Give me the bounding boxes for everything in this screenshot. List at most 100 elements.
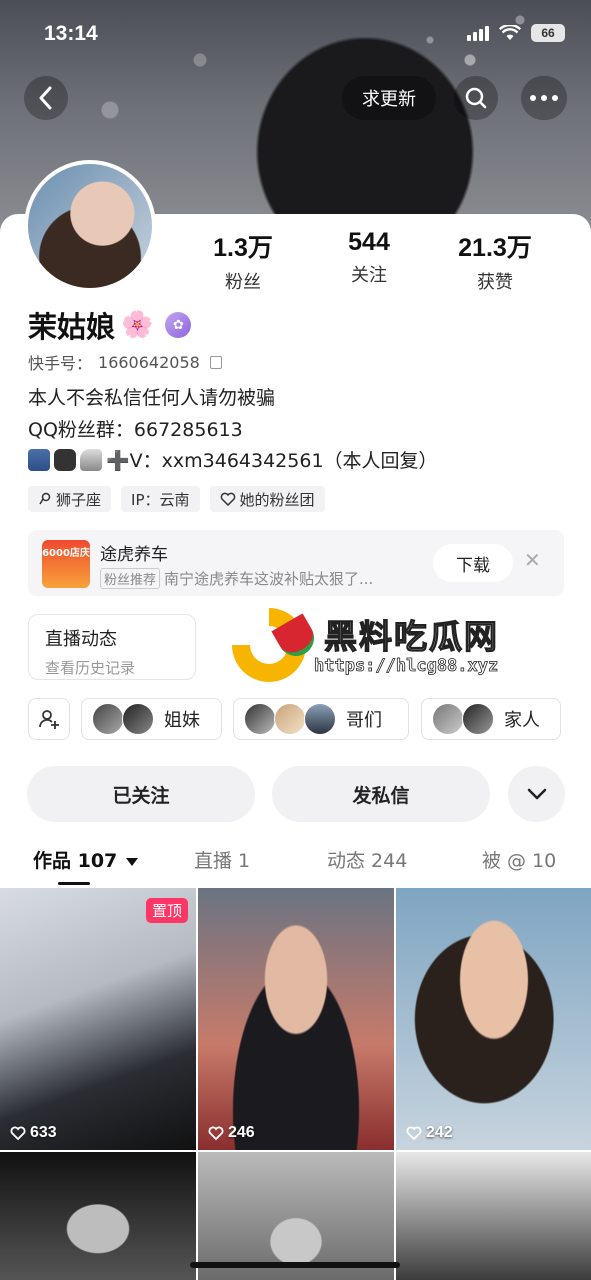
level-badge-icon[interactable]: ✿	[165, 312, 192, 338]
friend-groups: 姐妹 哥们 家人	[28, 698, 564, 742]
ad-chip: 粉丝推荐	[100, 568, 161, 589]
avatar	[462, 703, 494, 735]
video-thumbnail[interactable]	[396, 1152, 591, 1280]
more-button[interactable]	[521, 76, 567, 120]
stat-likes[interactable]: 21.3万 获赞	[432, 228, 558, 294]
avatar	[244, 703, 276, 735]
ad-subtitle: 南宁途虎养车这波补贴太狠了...	[164, 570, 374, 588]
bio-line: ➕V：xxm3464342561（本人回复）	[28, 446, 438, 473]
add-user-icon	[39, 710, 59, 729]
tag-label: 狮子座	[56, 490, 102, 509]
name-row: 茉姑娘 🌸 ✿	[28, 304, 192, 346]
ad-download-button[interactable]: 下载	[433, 544, 513, 582]
zodiac-leo-icon	[39, 492, 51, 505]
watermark-url: https://hlcg88.xyz	[314, 656, 499, 677]
video-thumbnail[interactable]	[0, 1152, 196, 1280]
stat-followers[interactable]: 1.3万 粉丝	[180, 228, 306, 294]
like-count-value: 242	[426, 1124, 453, 1141]
back-button[interactable]	[24, 76, 68, 120]
profile-actions: 已关注 发私信	[27, 766, 565, 822]
avatar[interactable]	[24, 160, 156, 292]
video-thumbnail[interactable]	[198, 1152, 394, 1280]
group-sisters[interactable]: 姐妹	[81, 698, 222, 740]
wifi-icon	[499, 25, 521, 40]
profile-stats: 1.3万 粉丝 544 关注 21.3万 获赞	[180, 228, 580, 294]
avatar	[432, 703, 464, 735]
live-subtitle: 查看历史记录	[45, 659, 136, 677]
status-bar: 13:14 66	[0, 0, 591, 70]
like-count: 633	[10, 1124, 57, 1142]
tab-label: 作品 107	[33, 850, 118, 872]
avatar	[122, 703, 154, 735]
tag-label: 她的粉丝团	[239, 490, 315, 509]
more-dots-icon	[530, 95, 558, 101]
tab-mentions[interactable]: 被 @ 10	[482, 846, 556, 873]
tag-label: IP：云南	[131, 490, 190, 509]
bio-line: 本人不会私信任何人请勿被骗	[28, 387, 276, 409]
home-indicator[interactable]	[190, 1262, 400, 1268]
like-count-value: 246	[228, 1124, 255, 1141]
bio-line: QQ粉丝群：667285613	[28, 419, 243, 441]
live-title: 直播动态	[45, 629, 117, 650]
tab-indicator	[58, 882, 90, 885]
tag-zodiac[interactable]: 狮子座	[28, 486, 112, 512]
battery-icon: 66	[531, 24, 565, 42]
like-count-value: 633	[30, 1124, 57, 1141]
video-thumbnail[interactable]: 246	[198, 888, 394, 1150]
avatar	[304, 703, 336, 735]
tag-fan-club[interactable]: 她的粉丝团	[209, 486, 325, 512]
add-friend-button[interactable]	[28, 698, 70, 740]
chevron-down-icon	[527, 788, 546, 800]
status-time: 13:14	[44, 22, 98, 45]
heart-outline-icon	[10, 1126, 26, 1140]
signal-icon	[467, 25, 489, 41]
stat-value: 544	[348, 228, 390, 256]
group-brothers[interactable]: 哥们	[233, 698, 409, 740]
close-icon[interactable]: ✕	[524, 548, 541, 572]
avatar	[274, 703, 306, 735]
tab-live[interactable]: 直播 1	[194, 846, 250, 873]
back-arrow-icon	[39, 86, 52, 110]
video-thumbnail[interactable]: 置顶 633	[0, 888, 196, 1150]
copy-icon[interactable]	[209, 355, 222, 369]
video-thumbnail[interactable]: 242	[396, 888, 591, 1150]
ad-title: 途虎养车	[100, 545, 168, 565]
user-id-label: 快手号：	[28, 354, 93, 373]
ad-banner[interactable]: 6000店庆 途虎养车 粉丝推荐 南宁途虎养车这波补贴太狠了... 下载 ✕	[28, 530, 564, 596]
heart-outline-icon	[208, 1126, 224, 1140]
follow-button[interactable]: 已关注	[27, 766, 255, 822]
heart-outline-icon	[406, 1126, 422, 1140]
watermark: 黑料吃瓜网 https://hlcg88.xyz	[232, 606, 532, 690]
shoe-emoji-icon	[80, 448, 102, 471]
bio-contact-text: ➕V：xxm3464342561（本人回复）	[106, 450, 438, 472]
ad-logo: 6000店庆	[42, 540, 90, 588]
watermark-title: 黑料吃瓜网	[323, 616, 499, 656]
group-family[interactable]: 家人	[421, 698, 561, 740]
tab-moments[interactable]: 动态 244	[327, 846, 407, 873]
caret-down-icon	[125, 857, 138, 866]
stat-value: 21.3万	[458, 234, 532, 262]
avatar	[92, 703, 124, 735]
stat-label: 关注	[351, 265, 387, 286]
user-id-row[interactable]: 快手号： 1660642058	[28, 350, 222, 374]
tag-ip: IP：云南	[121, 486, 200, 512]
user-id-value: 1660642058	[98, 352, 200, 372]
stat-label: 粉丝	[225, 272, 261, 293]
group-label: 哥们	[346, 710, 382, 731]
ad-subtitle-row: 粉丝推荐 南宁途虎养车这波补贴太狠了...	[100, 568, 373, 589]
like-count: 246	[208, 1124, 255, 1142]
stat-following[interactable]: 544 关注	[306, 228, 432, 294]
content-tabs: 作品 107 直播 1 动态 244 被 @ 10	[0, 846, 591, 886]
pinned-badge: 置顶	[145, 898, 188, 923]
watch-emoji-icon	[54, 448, 76, 471]
profile-name: 茉姑娘	[28, 310, 116, 344]
expand-button[interactable]	[508, 766, 565, 822]
live-history-card[interactable]: 直播动态 查看历史记录	[28, 614, 196, 680]
tab-works[interactable]: 作品 107	[33, 846, 138, 873]
group-label: 姐妹	[164, 710, 200, 731]
search-icon	[465, 87, 487, 109]
message-button[interactable]: 发私信	[272, 766, 490, 822]
search-button[interactable]	[454, 76, 498, 120]
request-update-button[interactable]: 求更新	[342, 76, 436, 120]
heart-icon	[220, 492, 235, 506]
